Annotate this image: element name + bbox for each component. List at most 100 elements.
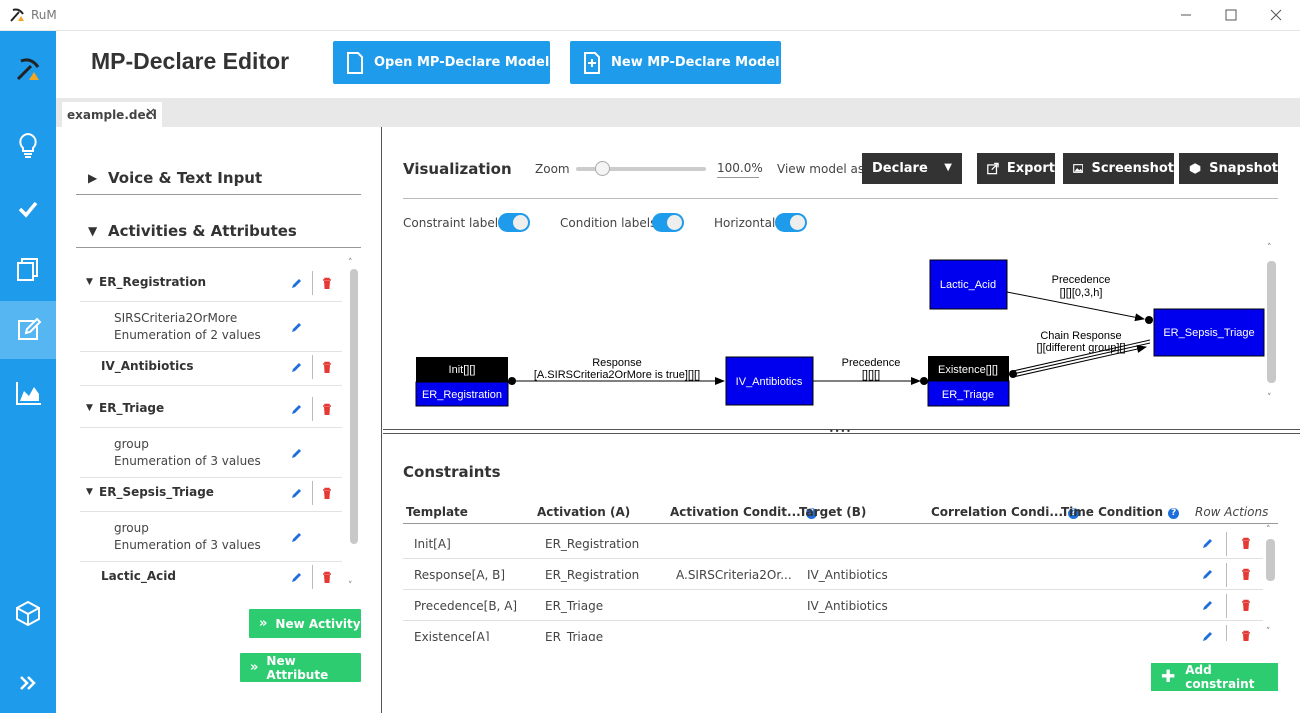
edge-chain-response[interactable]: Chain Response [][different group][] bbox=[1009, 330, 1151, 378]
open-model-button[interactable]: Open MP-Declare Model bbox=[333, 41, 550, 84]
delete-trash-icon[interactable] bbox=[321, 571, 333, 584]
expanded-arrow-icon[interactable]: ▼ bbox=[86, 487, 93, 497]
delete-trash-icon[interactable] bbox=[321, 403, 333, 416]
table-row[interactable]: Response[A, B] ER_Registration A.SIRSCrite… bbox=[403, 559, 1263, 590]
view-as-dropdown[interactable]: Declare ▼ bbox=[862, 153, 962, 184]
export-button[interactable]: Export bbox=[977, 153, 1055, 184]
edit-pencil-icon[interactable] bbox=[290, 531, 303, 544]
scroll-up-icon[interactable]: ˄ bbox=[1267, 243, 1272, 253]
action-separator bbox=[312, 565, 313, 589]
close-window-button[interactable] bbox=[1261, 4, 1291, 26]
voice-text-section-header[interactable]: ▶ Voice & Text Input bbox=[76, 165, 361, 195]
table-row[interactable]: Precedence[B, A] ER_Triage IV_Antibiotics bbox=[403, 590, 1263, 621]
snapshot-button[interactable]: Snapshot bbox=[1179, 153, 1278, 184]
edit-pencil-icon[interactable] bbox=[290, 361, 303, 374]
sidebar-item-editor[interactable] bbox=[0, 301, 56, 359]
edit-pencil-icon[interactable] bbox=[290, 487, 303, 500]
scrollbar-thumb[interactable] bbox=[350, 269, 358, 544]
maximize-button[interactable] bbox=[1216, 4, 1246, 26]
table-row[interactable]: Existence[A] ER_Triage bbox=[403, 621, 1263, 641]
node-er-registration[interactable]: Init[][] ER_Registration bbox=[415, 357, 509, 407]
column-header-correlation-condition[interactable]: Correlation Condi...? bbox=[931, 505, 1080, 519]
column-header-time-condition[interactable]: Time Condition? bbox=[1061, 505, 1180, 519]
scrollbar-thumb[interactable] bbox=[1267, 261, 1276, 383]
edit-pencil-icon[interactable] bbox=[1201, 599, 1214, 612]
edit-pencil-icon[interactable] bbox=[290, 277, 303, 290]
sidebar-item-conformance[interactable] bbox=[0, 181, 56, 237]
edge-precedence-iv-triage[interactable]: Precedence [][][] bbox=[813, 357, 928, 385]
edit-pencil-icon[interactable] bbox=[1201, 537, 1214, 550]
column-header-row-actions: Row Actions bbox=[1195, 505, 1268, 519]
table-row[interactable]: Init[A] ER_Registration bbox=[403, 528, 1263, 559]
tab-example-decl[interactable]: example.decl ✕ bbox=[62, 102, 162, 127]
node-top-label: Init[][] bbox=[449, 364, 476, 376]
constraint-labels-toggle[interactable] bbox=[498, 213, 530, 232]
new-model-button[interactable]: New MP-Declare Model bbox=[570, 41, 781, 84]
sidebar-item-plugins[interactable] bbox=[0, 585, 56, 641]
column-header-activation-condition[interactable]: Activation Condit...? bbox=[670, 505, 817, 519]
sidebar-item-statistics[interactable] bbox=[0, 365, 56, 421]
scroll-down-icon[interactable]: ˅ bbox=[348, 581, 353, 591]
sidebar-logo[interactable] bbox=[0, 41, 56, 97]
delete-trash-icon[interactable] bbox=[1240, 568, 1252, 581]
scroll-down-icon[interactable]: ˅ bbox=[1267, 393, 1272, 403]
constraints-scrollbar[interactable]: ˄ ˅ bbox=[1264, 525, 1278, 643]
node-er-sepsis-triage[interactable]: ER_Sepsis_Triage bbox=[1153, 308, 1265, 357]
column-header-target[interactable]: Target (B) bbox=[799, 505, 866, 519]
split-pane-divider[interactable]: •••• bbox=[383, 427, 1300, 436]
scroll-down-icon[interactable]: ˅ bbox=[1266, 627, 1271, 637]
model-graph[interactable]: Lactic_Acid ER_Sepsis_Triage Init[][] ER… bbox=[384, 240, 1284, 430]
screenshot-button[interactable]: Screenshot bbox=[1063, 153, 1174, 184]
edit-pencil-icon[interactable] bbox=[290, 321, 303, 334]
sidebar-item-discovery[interactable] bbox=[0, 117, 56, 173]
visualization-scrollbar[interactable]: ˄ ˅ bbox=[1264, 243, 1278, 413]
edit-pencil-icon[interactable] bbox=[1201, 630, 1214, 641]
scroll-up-icon[interactable]: ˄ bbox=[348, 258, 353, 268]
scroll-up-icon[interactable]: ˄ bbox=[1266, 525, 1271, 535]
edge-response[interactable]: Response [A.SIRSCriteria2OrMore is true]… bbox=[508, 357, 725, 385]
column-header-activation[interactable]: Activation (A) bbox=[537, 505, 630, 519]
help-icon[interactable]: ? bbox=[1168, 508, 1180, 519]
delete-trash-icon[interactable] bbox=[321, 487, 333, 500]
condition-labels-toggle[interactable] bbox=[652, 213, 684, 232]
horizontal-toggle[interactable] bbox=[775, 213, 807, 232]
edge-precedence-lactic-sepsis[interactable]: Precedence [][][0,3,h] bbox=[1006, 274, 1153, 324]
header-divider bbox=[403, 523, 1278, 524]
edit-pencil-icon[interactable] bbox=[290, 403, 303, 416]
new-activity-button[interactable]: » New Activity bbox=[249, 609, 361, 638]
zoom-label: Zoom bbox=[535, 162, 570, 176]
edit-icon bbox=[18, 317, 42, 340]
zoom-slider-thumb[interactable] bbox=[595, 161, 610, 176]
delete-trash-icon[interactable] bbox=[321, 277, 333, 290]
edit-pencil-icon[interactable] bbox=[290, 571, 303, 584]
add-constraint-button[interactable]: ✚ Add constraint bbox=[1151, 663, 1278, 691]
drag-handle-icon[interactable]: •••• bbox=[829, 427, 852, 436]
edge-label: Chain Response bbox=[1040, 330, 1121, 342]
delete-trash-icon[interactable] bbox=[1240, 630, 1252, 641]
close-tab-icon[interactable]: ✕ bbox=[145, 106, 156, 121]
sidebar-expand[interactable] bbox=[0, 655, 56, 711]
column-header-template[interactable]: Template bbox=[406, 505, 468, 519]
file-plus-icon bbox=[584, 51, 600, 74]
expanded-arrow-icon[interactable]: ▼ bbox=[86, 403, 93, 413]
node-iv-antibiotics[interactable]: IV_Antibiotics bbox=[725, 356, 814, 406]
node-lactic-acid[interactable]: Lactic_Acid bbox=[929, 259, 1008, 310]
delete-trash-icon[interactable] bbox=[1240, 599, 1252, 612]
scrollbar-thumb[interactable] bbox=[1266, 539, 1275, 581]
activities-section-header[interactable]: ▼ Activities & Attributes bbox=[76, 218, 361, 248]
expanded-arrow-icon[interactable]: ▼ bbox=[86, 277, 93, 287]
node-er-triage[interactable]: Existence[][] ER_Triage bbox=[927, 356, 1010, 407]
sidebar-item-models[interactable] bbox=[0, 241, 56, 297]
zoom-value-field[interactable]: 100.0% bbox=[717, 161, 763, 178]
edge-condition: [A.SIRSCriteria2OrMore is true][][] bbox=[534, 369, 700, 381]
delete-trash-icon[interactable] bbox=[1240, 537, 1252, 550]
minimize-button[interactable] bbox=[1171, 4, 1201, 26]
open-model-label: Open MP-Declare Model bbox=[374, 55, 550, 70]
delete-trash-icon[interactable] bbox=[321, 361, 333, 374]
caret-down-icon: ▼ bbox=[944, 162, 952, 173]
edit-pencil-icon[interactable] bbox=[1201, 568, 1214, 581]
new-attribute-button[interactable]: » New Attribute bbox=[240, 653, 361, 682]
node-label: ER_Sepsis_Triage bbox=[1163, 327, 1254, 339]
activities-scrollbar[interactable] bbox=[349, 269, 359, 544]
edit-pencil-icon[interactable] bbox=[290, 447, 303, 460]
